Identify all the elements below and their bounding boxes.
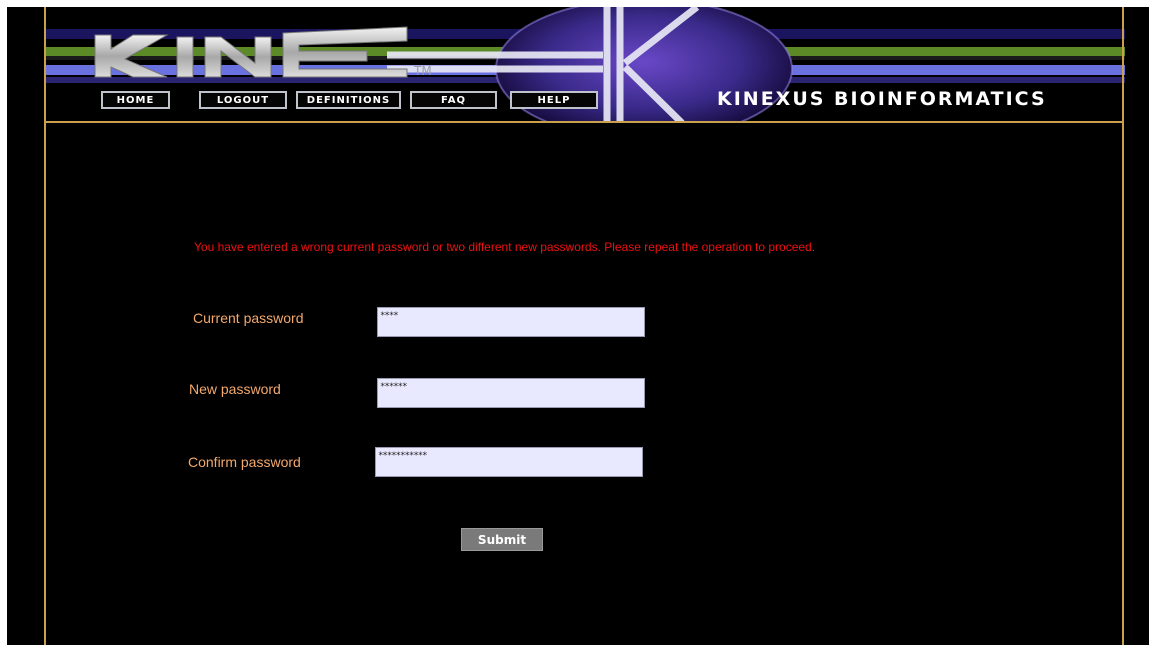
nav-faq-button[interactable]: FAQ — [410, 91, 497, 109]
current-password-label: Current password — [193, 310, 304, 326]
submit-button[interactable]: Submit — [461, 528, 543, 551]
nav-logout-button[interactable]: LOGOUT — [199, 91, 287, 109]
new-password-input[interactable]: ****** — [377, 378, 645, 408]
confirm-password-label: Confirm password — [188, 454, 301, 470]
left-border — [44, 7, 46, 645]
confirm-password-input[interactable]: *********** — [375, 447, 643, 477]
nav-definitions-button[interactable]: DEFINITIONS — [296, 91, 401, 109]
new-password-label: New password — [189, 381, 281, 397]
nav-home-button[interactable]: HOME — [101, 91, 170, 109]
trademark-mark: TM — [414, 64, 432, 78]
right-border — [1122, 7, 1124, 645]
header-divider — [44, 121, 1124, 123]
nav-help-button[interactable]: HELP — [510, 91, 598, 109]
current-password-input[interactable]: **** — [377, 307, 645, 337]
site-header: TM HOME LOGOUT DEFINITIONS FAQ HELP KINE… — [7, 7, 1149, 123]
page-frame: TM HOME LOGOUT DEFINITIONS FAQ HELP KINE… — [7, 7, 1149, 645]
error-message: You have entered a wrong current passwor… — [194, 240, 816, 254]
brand-name: KINEXUS BIOINFORMATICS — [717, 88, 1047, 110]
